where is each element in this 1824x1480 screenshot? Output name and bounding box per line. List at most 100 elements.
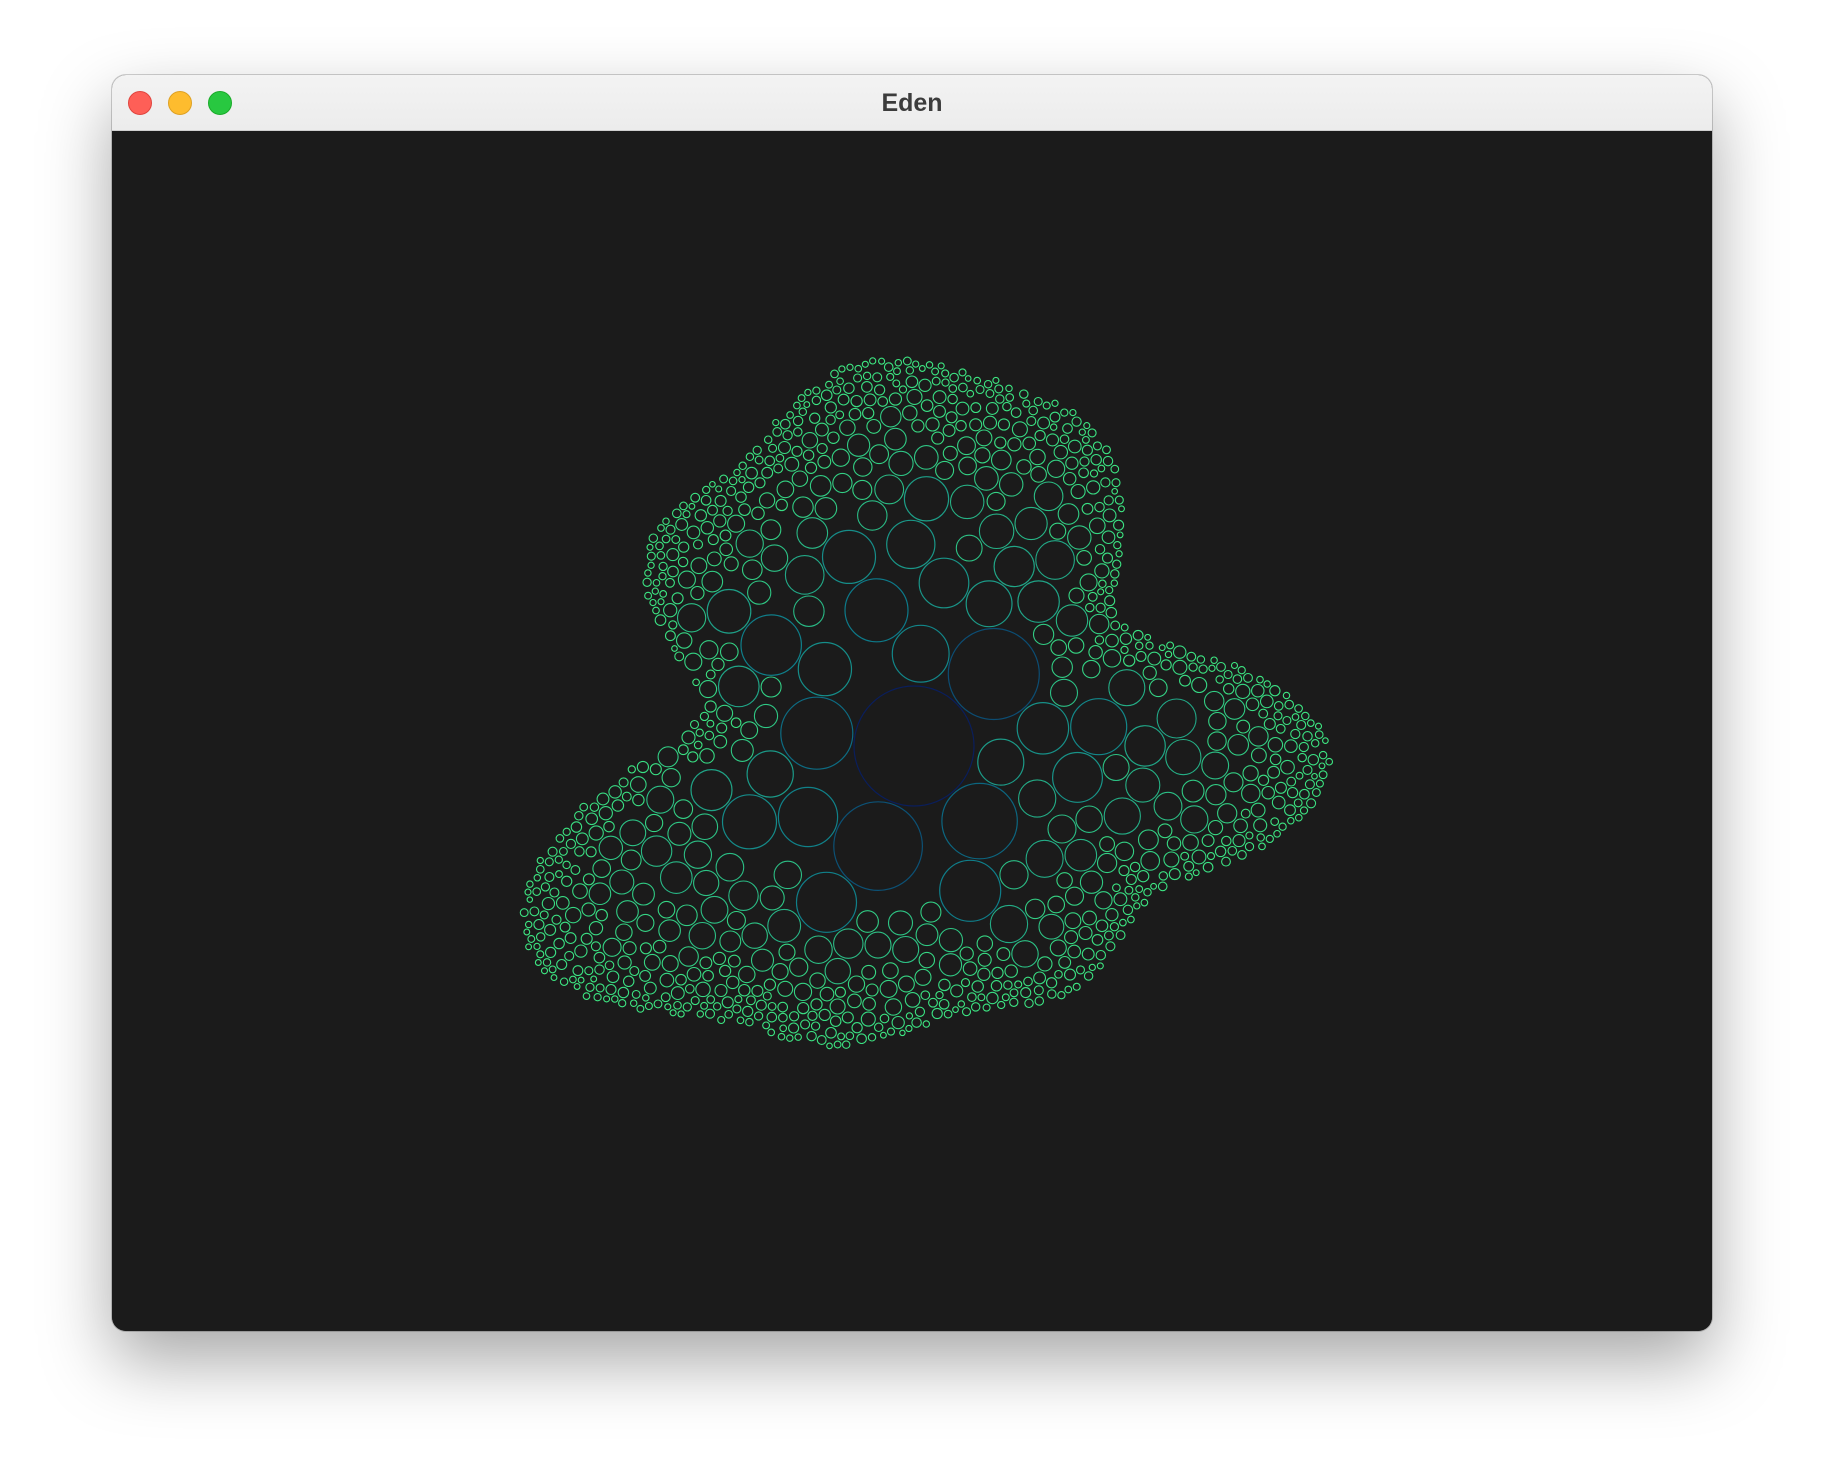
growth-circle <box>903 476 950 522</box>
growth-circle <box>824 957 852 985</box>
growth-circle <box>1112 559 1122 569</box>
growth-circle <box>1201 751 1230 780</box>
growth-circle <box>955 420 967 432</box>
growth-circle <box>721 996 734 1009</box>
eden-canvas[interactable] <box>112 131 1712 1331</box>
growth-circle <box>957 1000 966 1008</box>
growth-circle <box>644 569 652 577</box>
growth-circle <box>825 414 836 426</box>
growth-circle <box>982 1003 991 1012</box>
growth-circle <box>847 993 862 1009</box>
growth-circle <box>745 995 756 1006</box>
growth-circle <box>1245 831 1254 840</box>
growth-circle <box>1207 819 1224 836</box>
growth-circle <box>1083 971 1094 981</box>
growth-circle <box>1192 869 1200 877</box>
growth-circle <box>1112 883 1121 893</box>
growth-circle <box>1105 585 1114 595</box>
growth-circle <box>622 941 637 956</box>
growth-circle <box>1088 645 1103 660</box>
growth-circle <box>702 969 714 982</box>
growth-circle <box>1064 886 1085 906</box>
growth-circle <box>1222 683 1235 695</box>
growth-circle <box>707 534 719 546</box>
growth-circle <box>657 900 676 919</box>
growth-circle <box>717 665 760 708</box>
growth-circle <box>1085 602 1095 613</box>
growth-circle <box>535 932 546 942</box>
growth-circle <box>767 908 802 943</box>
growth-circle <box>1105 941 1116 952</box>
title-bar[interactable]: Eden <box>112 75 1712 131</box>
growth-circle <box>882 962 899 979</box>
growth-circle <box>676 904 698 927</box>
growth-circle <box>891 624 950 683</box>
growth-circle <box>1105 606 1118 619</box>
growth-circle <box>594 964 605 975</box>
growth-circle <box>1230 661 1239 670</box>
growth-circle <box>636 913 655 932</box>
growth-circle <box>1129 861 1141 873</box>
growth-circle <box>632 793 645 807</box>
growth-circle <box>985 402 999 415</box>
growth-circle <box>1005 384 1013 393</box>
growth-circle <box>1064 985 1073 994</box>
growth-circle <box>1083 422 1091 430</box>
growth-circle <box>555 870 563 879</box>
growth-circle <box>533 942 541 951</box>
growth-circle <box>771 963 789 981</box>
growth-circle <box>1232 834 1246 848</box>
growth-circle <box>702 485 711 495</box>
growth-circle <box>1075 965 1086 975</box>
growth-circle <box>724 1009 734 1019</box>
growth-circle <box>966 389 975 398</box>
growth-circle <box>683 840 713 869</box>
growth-circle <box>1100 477 1111 488</box>
growth-circle <box>941 782 1018 860</box>
growth-circle <box>1287 816 1295 825</box>
growth-circle <box>617 986 630 999</box>
growth-circle <box>1302 731 1313 742</box>
growth-circle <box>1081 444 1093 456</box>
growth-circle <box>677 556 689 568</box>
growth-circle <box>809 475 832 497</box>
growth-circle <box>947 627 1040 721</box>
growth-circle <box>1017 580 1060 623</box>
growth-circle <box>524 920 533 929</box>
growth-circle <box>877 396 889 407</box>
growth-circle <box>1310 739 1320 748</box>
growth-circle <box>632 882 655 906</box>
growth-circle <box>810 1021 821 1031</box>
growth-circle <box>606 970 620 984</box>
growth-circle <box>971 980 984 993</box>
growth-circle <box>1273 701 1284 711</box>
growth-circle <box>1103 797 1141 835</box>
growth-circle <box>558 846 568 856</box>
growth-circle <box>622 975 635 988</box>
growth-circle <box>816 1035 827 1045</box>
growth-circle <box>899 1029 906 1037</box>
growth-circle <box>525 943 533 951</box>
growth-circle <box>1064 930 1079 945</box>
growth-circle <box>888 392 903 406</box>
growth-circle <box>1009 997 1019 1007</box>
growth-circle <box>658 561 668 572</box>
growth-circle <box>671 645 678 652</box>
growth-circle <box>1269 753 1282 766</box>
growth-circle <box>738 476 746 484</box>
growth-circle <box>820 389 833 402</box>
growth-circle <box>740 721 759 740</box>
growth-circle <box>595 983 605 993</box>
growth-circle <box>1033 985 1044 996</box>
growth-circle <box>1235 683 1251 700</box>
growth-circle <box>719 642 739 662</box>
growth-circle <box>788 1022 800 1034</box>
growth-circle <box>1142 665 1157 680</box>
growth-circle <box>714 983 728 998</box>
growth-circle <box>570 865 581 875</box>
growth-circle <box>740 614 803 676</box>
growth-circle <box>615 923 633 941</box>
growth-circle <box>723 556 739 572</box>
growth-circle <box>665 524 676 535</box>
growth-circle <box>1063 968 1077 981</box>
